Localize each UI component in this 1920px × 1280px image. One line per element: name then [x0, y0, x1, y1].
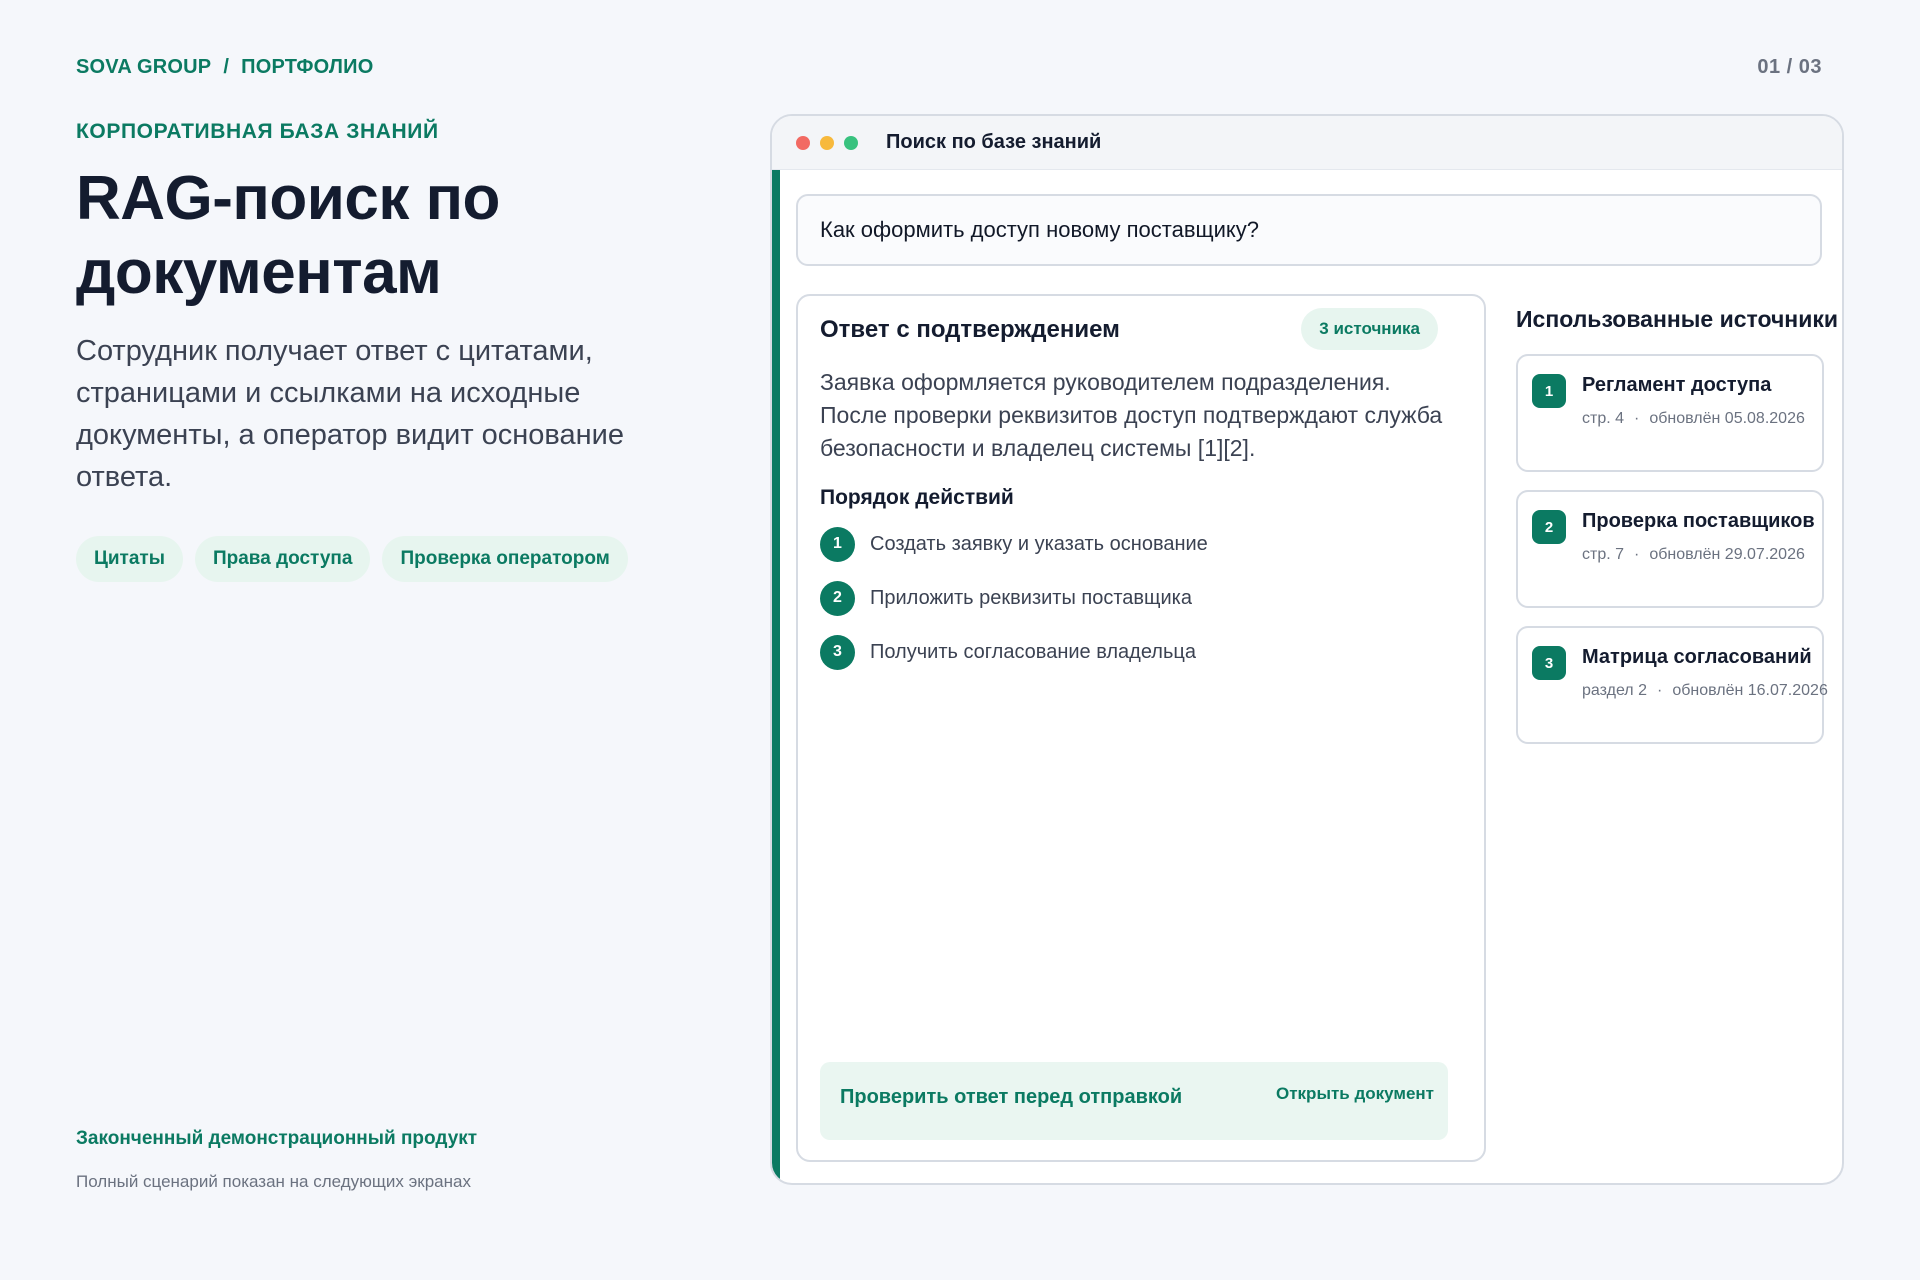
meta-separator: ·	[1634, 546, 1640, 563]
breadcrumb: SOVA GROUP / ПОРТФОЛИО	[76, 56, 373, 79]
source-card[interactable]: 1 Регламент доступа стр. 4 · обновлён 05…	[1516, 354, 1824, 472]
tag-citations: Цитаты	[76, 536, 183, 582]
step-item: 2 Приложить реквизиты поставщика	[820, 580, 1208, 616]
source-updated: обновлён 05.08.2026	[1649, 410, 1805, 427]
source-updated: обновлён 29.07.2026	[1649, 546, 1805, 563]
source-title: Проверка поставщиков	[1582, 510, 1815, 532]
search-query-input[interactable]: Как оформить доступ новому поставщику?	[796, 194, 1822, 266]
source-location: стр. 4	[1582, 410, 1625, 427]
source-location: раздел 2	[1582, 682, 1647, 699]
source-number: 3	[1532, 646, 1566, 680]
meta-separator: ·	[1634, 410, 1640, 427]
answer-panel: Ответ с подтверждением 3 источника Заявк…	[796, 294, 1486, 1162]
meta-separator: ·	[1656, 682, 1663, 699]
sources-count-badge: 3 источника	[1301, 308, 1438, 350]
source-number: 2	[1532, 510, 1566, 544]
maximize-window-dot[interactable]	[844, 135, 858, 150]
hero-description: Сотрудник получает ответ с цитатами, стр…	[76, 335, 624, 493]
step-text: Получить согласование владельца	[870, 640, 1196, 663]
verify-answer-button[interactable]: Проверить ответ перед отправкой	[840, 1086, 1182, 1109]
source-card[interactable]: 3 Матрица согласований раздел 2 · обновл…	[1516, 626, 1828, 744]
window-accent-bar	[772, 170, 780, 1183]
footer-subtitle: Полный сценарий показан на следующих экр…	[76, 1172, 471, 1191]
step-number: 2	[820, 580, 855, 616]
steps-title: Порядок действий	[820, 486, 1014, 509]
verify-bar: Проверить ответ перед отправкой Открыть …	[820, 1062, 1448, 1140]
window-titlebar: Поиск по базе знаний	[772, 116, 1842, 170]
source-updated: обновлён 16.07.2026	[1672, 682, 1828, 699]
breadcrumb-section[interactable]: ПОРТФОЛИО	[241, 56, 373, 79]
source-title: Матрица согласований	[1582, 646, 1812, 668]
step-text: Приложить реквизиты поставщика	[870, 586, 1192, 609]
page-counter: 01 / 03	[1757, 56, 1822, 78]
answer-text: Заявка оформляется руководителем подразд…	[820, 369, 1443, 461]
breadcrumb-company[interactable]: SOVA GROUP	[76, 56, 211, 79]
feature-tags: Цитаты Права доступа Проверка оператором	[76, 536, 628, 582]
open-document-link[interactable]: Открыть документ	[1276, 1084, 1434, 1104]
tag-access-rights: Права доступа	[194, 536, 371, 582]
step-item: 3 Получить согласование владельца	[820, 634, 1208, 670]
steps-list: 1 Создать заявку и указать основание 2 П…	[820, 526, 1208, 688]
answer-title: Ответ с подтверждением	[820, 316, 1120, 343]
step-number: 1	[820, 526, 855, 562]
hero-eyebrow: КОРПОРАТИВНАЯ БАЗА ЗНАНИЙ	[76, 120, 439, 143]
source-number: 1	[1532, 374, 1566, 408]
minimize-window-dot[interactable]	[820, 135, 834, 150]
step-item: 1 Создать заявку и указать основание	[820, 526, 1208, 562]
source-meta: раздел 2 · обновлён 16.07.2026	[1582, 682, 1828, 700]
source-meta: стр. 7 · обновлён 29.07.2026	[1582, 546, 1805, 564]
breadcrumb-separator: /	[223, 56, 230, 78]
window-title: Поиск по базе знаний	[886, 131, 1102, 153]
close-window-dot[interactable]	[796, 135, 810, 150]
footer-title: Законченный демонстрационный продукт	[76, 1128, 478, 1149]
source-location: стр. 7	[1582, 546, 1625, 563]
source-card[interactable]: 2 Проверка поставщиков стр. 7 · обновлён…	[1516, 490, 1824, 608]
step-text: Создать заявку и указать основание	[870, 532, 1208, 555]
tag-operator-check: Проверка оператором	[382, 536, 628, 582]
step-number: 3	[820, 634, 855, 670]
app-window: Поиск по базе знаний Как оформить доступ…	[770, 114, 1844, 1185]
source-meta: стр. 4 · обновлён 05.08.2026	[1582, 410, 1805, 428]
hero-title: RAG-поиск по документам	[76, 164, 500, 307]
source-title: Регламент доступа	[1582, 374, 1772, 396]
sources-title: Использованные источники	[1516, 306, 1838, 332]
